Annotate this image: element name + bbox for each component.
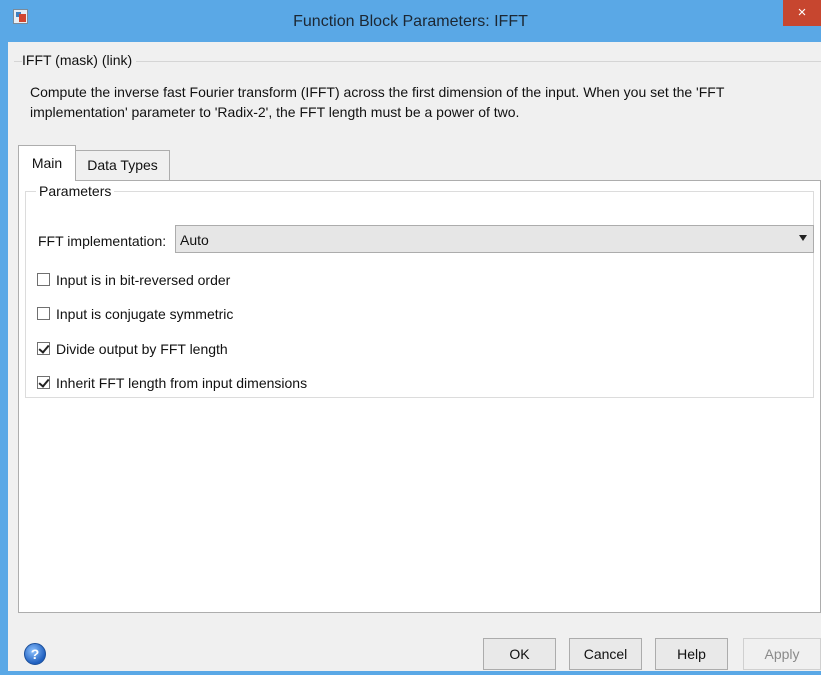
conjugate-symmetric-label[interactable]: Input is conjugate symmetric [56,306,233,322]
tab-main[interactable]: Main [18,145,76,181]
inherit-fft-length-checkbox[interactable] [37,376,50,389]
conjugate-symmetric-checkbox[interactable] [37,307,50,320]
fft-implementation-label: FFT implementation: [38,233,167,249]
tab-panel-main: Parameters FFT implementation: Auto Inpu… [18,180,821,613]
title-bar[interactable]: Function Block Parameters: IFFT × [0,0,821,42]
inherit-fft-length-label[interactable]: Inherit FFT length from input dimensions [56,375,307,391]
parameters-legend: Parameters [36,183,115,199]
ok-button[interactable]: OK [483,638,556,670]
bit-reversed-label[interactable]: Input is in bit-reversed order [56,272,230,288]
mask-title: IFFT (mask) (link) [22,52,137,68]
apply-button[interactable]: Apply [743,638,821,670]
dialog-window: Function Block Parameters: IFFT × IFFT (… [0,0,821,675]
checkmark-icon [38,376,50,388]
fft-implementation-dropdown[interactable]: Auto [175,225,814,253]
fft-implementation-value: Auto [180,232,209,248]
help-icon[interactable]: ? [24,643,46,665]
dialog-client-area: IFFT (mask) (link) Compute the inverse f… [8,42,821,671]
mask-description: Compute the inverse fast Fourier transfo… [30,84,725,120]
window-title: Function Block Parameters: IFFT [293,13,528,30]
window-bottom-border [0,671,821,675]
parameters-group: Parameters FFT implementation: Auto Inpu… [25,183,814,398]
bit-reversed-checkbox[interactable] [37,273,50,286]
close-button[interactable]: × [783,0,821,26]
cancel-button[interactable]: Cancel [569,638,642,670]
help-button[interactable]: Help [655,638,728,670]
checkmark-icon [38,342,50,354]
window-left-border [0,42,8,675]
divide-output-checkbox[interactable] [37,342,50,355]
chevron-down-icon[interactable] [799,235,807,241]
divide-output-label[interactable]: Divide output by FFT length [56,341,228,357]
tab-data-types[interactable]: Data Types [76,150,170,180]
